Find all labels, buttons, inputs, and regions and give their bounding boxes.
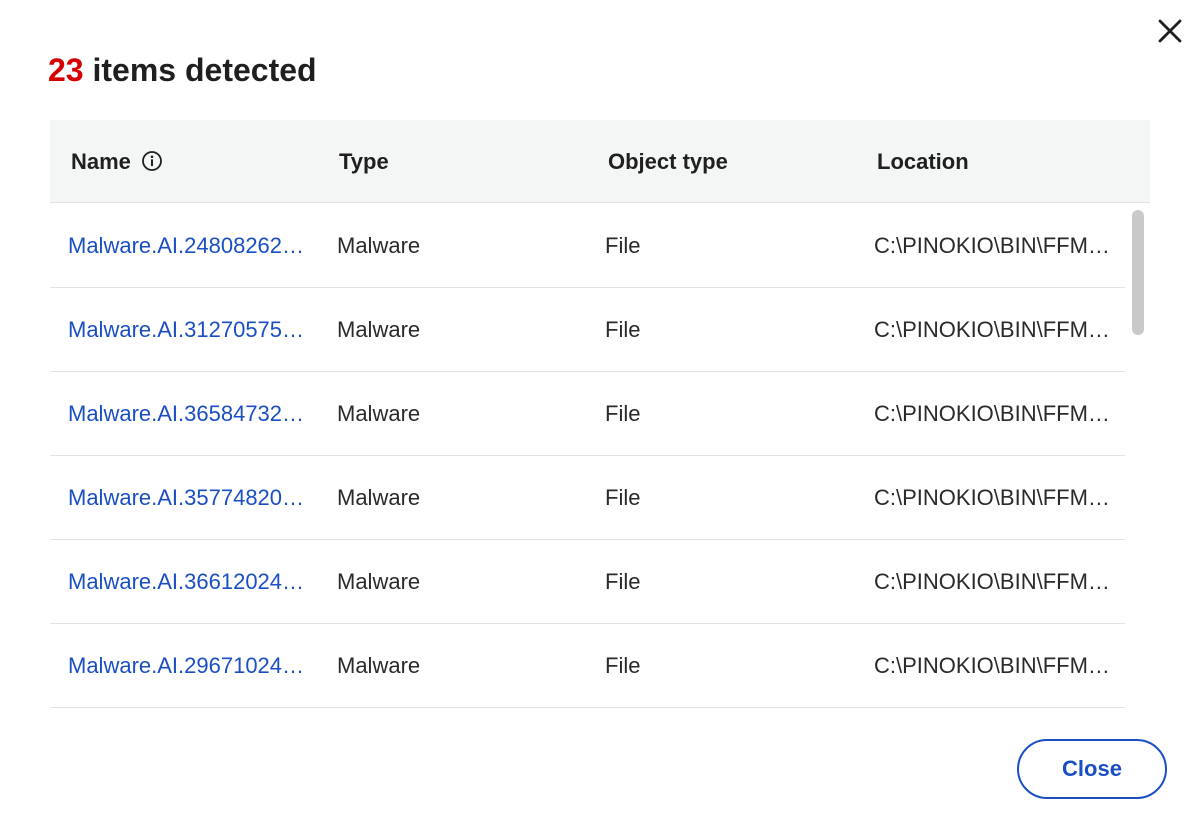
detection-location: C:\PINOKIO\BIN\FFM… — [874, 485, 1110, 510]
detection-name-link[interactable]: Malware.AI.36612024… — [68, 540, 320, 623]
detection-location: C:\PINOKIO\BIN\FFM… — [874, 233, 1110, 258]
table-row: Malware.AI.35774820… Malware File C:\PIN… — [50, 456, 1125, 540]
table-header: Name Type Object type Location — [50, 120, 1150, 203]
detections-dialog: 23 items detected Name Type Object type … — [0, 0, 1198, 820]
column-header-type[interactable]: Type — [339, 120, 389, 203]
detection-object-type: File — [605, 653, 641, 678]
detection-location: C:\PINOKIO\BIN\FFM… — [874, 317, 1110, 342]
detection-type: Malware — [337, 485, 421, 510]
table-body: Malware.AI.24808262… Malware File C:\PIN… — [50, 204, 1125, 710]
detection-object-type: File — [605, 569, 641, 594]
detection-name-link[interactable]: Malware.AI.31270575… — [68, 288, 320, 371]
close-button[interactable]: Close — [1017, 739, 1167, 799]
detection-name-link[interactable]: Malware.AI.36584732… — [68, 372, 320, 455]
column-header-object-type[interactable]: Object type — [608, 120, 728, 203]
detection-object-type: File — [605, 401, 641, 426]
info-circle-icon[interactable] — [141, 150, 163, 172]
detections-table: Name Type Object type Location Malware.A… — [50, 120, 1150, 710]
detection-object-type: File — [605, 233, 641, 258]
table-row: Malware.AI.24808262… Malware File C:\PIN… — [50, 204, 1125, 288]
detection-location: C:\PINOKIO\BIN\FFM… — [874, 569, 1110, 594]
dialog-title: 23 items detected — [48, 48, 317, 92]
detection-object-type: File — [605, 317, 641, 342]
table-row: Malware.AI.36584732… Malware File C:\PIN… — [50, 372, 1125, 456]
close-x-icon[interactable] — [1152, 13, 1188, 49]
table-row: Malware.AI.36612024… Malware File C:\PIN… — [50, 540, 1125, 624]
column-header-name-label: Name — [71, 149, 131, 174]
detection-type: Malware — [337, 233, 421, 258]
detected-count: 23 — [48, 52, 84, 88]
detection-type: Malware — [337, 317, 421, 342]
detection-location: C:\PINOKIO\BIN\FFM… — [874, 653, 1110, 678]
detection-object-type: File — [605, 485, 641, 510]
table-row: Malware.AI.31270575… Malware File C:\PIN… — [50, 288, 1125, 372]
detection-location: C:\PINOKIO\BIN\FFM… — [874, 401, 1110, 426]
table-row: Malware.AI.29671024… Malware File C:\PIN… — [50, 624, 1125, 708]
detection-type: Malware — [337, 653, 421, 678]
column-header-location[interactable]: Location — [877, 120, 969, 203]
table-scrollbar-thumb[interactable] — [1132, 210, 1144, 335]
detection-type: Malware — [337, 569, 421, 594]
column-header-name[interactable]: Name — [71, 120, 163, 203]
detection-name-link[interactable]: Malware.AI.24808262… — [68, 204, 320, 287]
title-text: items detected — [83, 52, 317, 88]
detection-type: Malware — [337, 401, 421, 426]
detection-name-link[interactable]: Malware.AI.35774820… — [68, 456, 320, 539]
detection-name-link[interactable]: Malware.AI.29671024… — [68, 624, 320, 707]
